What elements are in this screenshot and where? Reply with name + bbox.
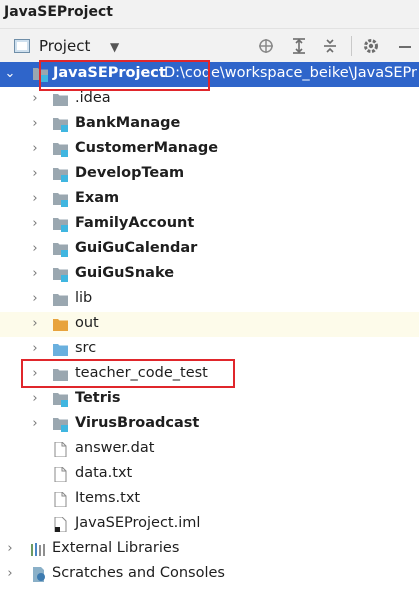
annotation-box-root bbox=[39, 60, 210, 91]
chevron-right-icon[interactable]: › bbox=[29, 316, 41, 332]
tree-row-customermanage[interactable]: › CustomerManage bbox=[0, 137, 419, 162]
module-icon bbox=[52, 242, 69, 257]
chevron-right-icon[interactable]: › bbox=[29, 391, 41, 407]
tree-row-exam[interactable]: › Exam bbox=[0, 187, 419, 212]
tree-row-guigucalendar[interactable]: › GuiGuCalendar bbox=[0, 237, 419, 262]
tree-label: GuiGuCalendar bbox=[75, 240, 198, 256]
module-icon bbox=[52, 142, 69, 157]
tree-label: FamilyAccount bbox=[75, 215, 195, 231]
tree-label: GuiGuSnake bbox=[75, 265, 175, 281]
chevron-right-icon[interactable]: › bbox=[29, 166, 41, 182]
project-toolbar: Project ▼ bbox=[0, 28, 419, 64]
chevron-down-icon[interactable]: ▼ bbox=[110, 40, 119, 54]
tree-label: BankManage bbox=[75, 115, 181, 131]
tree-row-items-txt[interactable]: Items.txt bbox=[0, 487, 419, 512]
tree-label: VirusBroadcast bbox=[75, 415, 200, 431]
chevron-right-icon[interactable]: › bbox=[29, 291, 41, 307]
file-icon bbox=[52, 467, 69, 482]
scratches-icon bbox=[30, 567, 47, 582]
window-title: JavaSEProject bbox=[4, 4, 113, 20]
tree-row-guigusnake[interactable]: › GuiGuSnake bbox=[0, 262, 419, 287]
project-view-icon bbox=[14, 39, 30, 53]
expand-all-icon[interactable] bbox=[288, 35, 310, 57]
tree-label: lib bbox=[75, 290, 93, 306]
tree-label: DevelopTeam bbox=[75, 165, 185, 181]
chevron-right-icon[interactable]: › bbox=[29, 191, 41, 207]
tree-row-iml[interactable]: JavaSEProject.iml bbox=[0, 512, 419, 537]
module-icon bbox=[52, 217, 69, 232]
tree-row-answer-dat[interactable]: answer.dat bbox=[0, 437, 419, 462]
window-titlebar: JavaSEProject bbox=[0, 0, 419, 28]
module-icon bbox=[52, 267, 69, 282]
gear-icon[interactable] bbox=[360, 35, 382, 57]
toolbar-separator bbox=[351, 36, 352, 56]
tree-row-virusbroadcast[interactable]: › VirusBroadcast bbox=[0, 412, 419, 437]
annotation-box-teacher-code-test bbox=[21, 359, 235, 388]
minimize-icon[interactable] bbox=[394, 35, 416, 57]
module-icon bbox=[52, 417, 69, 432]
chevron-right-icon[interactable]: › bbox=[29, 116, 41, 132]
folder-blue-icon bbox=[52, 342, 69, 357]
chevron-right-icon[interactable]: › bbox=[29, 216, 41, 232]
tree-label: data.txt bbox=[75, 465, 133, 481]
collapse-all-icon[interactable] bbox=[319, 35, 341, 57]
iml-file-icon bbox=[52, 517, 69, 532]
chevron-right-icon[interactable]: › bbox=[29, 91, 41, 107]
chevron-right-icon[interactable]: › bbox=[4, 566, 16, 582]
libraries-icon bbox=[30, 542, 47, 557]
tree-label: Exam bbox=[75, 190, 120, 206]
tree-label: Scratches and Consoles bbox=[52, 565, 225, 581]
tree-row-scratches[interactable]: › Scratches and Consoles bbox=[0, 562, 419, 587]
tree-row-lib[interactable]: › lib bbox=[0, 287, 419, 312]
chevron-down-icon[interactable]: ⌄ bbox=[4, 66, 16, 82]
chevron-right-icon[interactable]: › bbox=[29, 416, 41, 432]
tree-label: CustomerManage bbox=[75, 140, 219, 156]
tree-label: Tetris bbox=[75, 390, 121, 406]
file-icon bbox=[52, 442, 69, 457]
tree-row-out[interactable]: › out bbox=[0, 312, 419, 337]
tree-label: .idea bbox=[75, 90, 111, 106]
tree-label: Items.txt bbox=[75, 490, 141, 506]
folder-icon bbox=[52, 292, 69, 307]
tree-label: answer.dat bbox=[75, 440, 155, 456]
tree-row-bankmanage[interactable]: › BankManage bbox=[0, 112, 419, 137]
view-selector-label[interactable]: Project bbox=[39, 37, 90, 55]
module-icon bbox=[52, 192, 69, 207]
tree-label: out bbox=[75, 315, 99, 331]
locate-icon[interactable] bbox=[255, 35, 277, 57]
tree-row-familyaccount[interactable]: › FamilyAccount bbox=[0, 212, 419, 237]
file-icon bbox=[52, 492, 69, 507]
module-icon bbox=[52, 117, 69, 132]
tree-label: src bbox=[75, 340, 97, 356]
module-icon bbox=[52, 167, 69, 182]
chevron-right-icon[interactable]: › bbox=[29, 341, 41, 357]
tree-row-tetris[interactable]: › Tetris bbox=[0, 387, 419, 412]
tree-label: External Libraries bbox=[52, 540, 180, 556]
tree-label: JavaSEProject.iml bbox=[75, 515, 201, 531]
chevron-right-icon[interactable]: › bbox=[29, 241, 41, 257]
tree-row-developteam[interactable]: › DevelopTeam bbox=[0, 162, 419, 187]
folder-icon bbox=[52, 92, 69, 107]
chevron-right-icon[interactable]: › bbox=[29, 266, 41, 282]
tree-row-external-libraries[interactable]: › External Libraries bbox=[0, 537, 419, 562]
tree-row-data-txt[interactable]: data.txt bbox=[0, 462, 419, 487]
module-icon bbox=[52, 392, 69, 407]
chevron-right-icon[interactable]: › bbox=[4, 541, 16, 557]
chevron-right-icon[interactable]: › bbox=[29, 141, 41, 157]
folder-orange-icon bbox=[52, 317, 69, 332]
